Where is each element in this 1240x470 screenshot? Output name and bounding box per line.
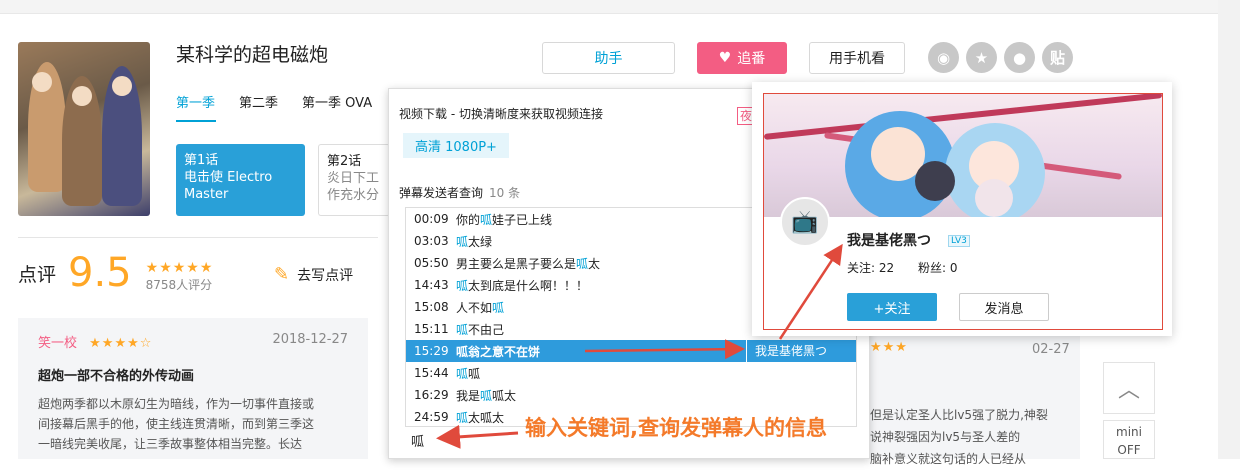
download-title: 视频下载 - 切换清晰度来获取视频连接 xyxy=(399,107,603,121)
danmaku-time: 15:11 xyxy=(414,322,449,336)
user-stats: 关注: 22 粉丝: 0 xyxy=(847,259,977,276)
heart-icon: ♥ xyxy=(718,50,732,66)
danmaku-sender[interactable]: 我是基佬黑つ xyxy=(746,340,856,362)
danmaku-text: 呱太绿 xyxy=(456,234,493,249)
danmaku-text: 我是呱呱太 xyxy=(456,388,517,403)
weibo-icon[interactable]: ◉ xyxy=(928,42,959,73)
review-stars: ★★★★★ xyxy=(145,260,214,276)
danmaku-text: 你的呱娃子已上线 xyxy=(456,212,553,227)
danmaku-time: 24:59 xyxy=(414,410,449,424)
danmaku-time: 05:50 xyxy=(414,256,449,270)
send-message-button[interactable]: 发消息 xyxy=(959,293,1049,321)
review-body: 超炮两季都以木原幻生为暗线，作为一切事件直接或 间接幕后黑手的他，使主线连贯清晰… xyxy=(38,394,348,454)
follow-anime-label: 追番 xyxy=(737,51,766,67)
pen-icon: ✎ xyxy=(274,264,290,285)
danmaku-time: 15:08 xyxy=(414,300,449,314)
review-header: 点评 9.5 ★★★★★ 8758人评分 xyxy=(18,253,213,293)
qq-icon[interactable]: ● xyxy=(1004,42,1035,73)
mini-label: mini xyxy=(1116,425,1142,439)
follow-user-button[interactable]: +关注 xyxy=(847,293,937,321)
tv-avatar-icon[interactable]: 📺 xyxy=(780,197,830,247)
danmaku-time: 14:43 xyxy=(414,278,449,292)
season-tab-2[interactable]: 第二季 xyxy=(239,92,278,111)
top-bar xyxy=(0,0,1218,14)
review-body-line: 但是认定圣人比lv5强了脱力,神裂 xyxy=(870,408,1048,422)
right-gutter xyxy=(1218,0,1240,459)
review-card-stars: ★★★ xyxy=(870,340,908,355)
chevron-up-icon: ︿ xyxy=(1117,378,1140,403)
danmaku-text: 人不如呱 xyxy=(456,300,505,315)
episode-2[interactable]: 第2话 炎日下工作充水分 xyxy=(318,144,390,216)
season-tabs: 第一季 第二季 第一季 OVA xyxy=(176,92,396,111)
danmaku-time: 03:03 xyxy=(414,234,449,248)
danmaku-text: 呱不由己 xyxy=(456,322,505,337)
write-review-button[interactable]: ✎ 去写点评 xyxy=(274,264,353,285)
season-tab-underline xyxy=(176,120,216,122)
query-title-text: 弹幕发送者查询 xyxy=(399,186,484,200)
review-card[interactable]: ★★★ 02-27 但是认定圣人比lv5强了脱力,神裂 说神裂强因为lv5与圣人… xyxy=(860,318,1080,466)
danmaku-time: 16:29 xyxy=(414,388,449,402)
review-body-line: 说神裂强因为lv5与圣人差的 xyxy=(870,430,1021,444)
review-body-line: 一暗线完美收尾，让三季故事整体相当完整。长达 xyxy=(38,437,303,451)
review-user[interactable]: 笑一校 xyxy=(38,336,77,351)
write-review-label: 去写点评 xyxy=(297,267,354,284)
section-divider xyxy=(18,237,378,238)
danmaku-text: 男主要么是黑子要么是呱太 xyxy=(456,256,601,271)
scroll-top-button[interactable]: ︿ xyxy=(1103,362,1155,414)
episode-title: 电击使 Electro Master xyxy=(184,170,273,202)
danmaku-time: 15:44 xyxy=(414,366,449,380)
danmaku-time: 00:09 xyxy=(414,212,449,226)
query-count: 10 条 xyxy=(489,186,521,200)
review-date: 2018-12-27 xyxy=(272,332,348,347)
level-badge: LV3 xyxy=(948,235,970,247)
fans-count: 粉丝: 0 xyxy=(917,261,958,275)
episode-number: 第1话 xyxy=(184,153,219,168)
anime-cover-image[interactable] xyxy=(18,42,150,216)
review-body-line: 脑补意义就这句话的人已经从 xyxy=(870,452,1027,466)
danmaku-row[interactable]: 15:44 呱呱 xyxy=(406,362,856,384)
review-body-line: 超炮两季都以木原幻生为暗线，作为一切事件直接或 xyxy=(38,397,315,411)
following-count: 关注: 22 xyxy=(847,261,895,275)
mini-player-toggle[interactable]: mini OFF xyxy=(1103,420,1155,459)
quality-option[interactable]: 高清 1080P+ xyxy=(403,133,509,158)
danmaku-row-selected[interactable]: 15:29 呱翁之意不在饼 我是基佬黑つ xyxy=(406,340,856,362)
season-tab-1[interactable]: 第一季 xyxy=(176,92,215,111)
annotation-text: 输入关键词,查询发弹幕人的信息 xyxy=(525,416,827,440)
episode-number: 第2话 xyxy=(327,154,362,169)
review-body: 但是认定圣人比lv5强了脱力,神裂 说神裂强因为lv5与圣人差的 脑补意义就这句… xyxy=(870,404,1080,470)
review-title: 超炮一部不合格的外传动画 xyxy=(38,369,195,384)
review-score: 9.5 xyxy=(68,250,132,296)
review-date: 02-27 xyxy=(1032,342,1070,357)
season-tab-ova[interactable]: 第一季 OVA xyxy=(302,92,372,111)
review-label: 点评 xyxy=(18,264,57,286)
episode-title: 炎日下工作充水分 xyxy=(327,171,380,203)
user-name[interactable]: 我是基佬黑つ xyxy=(847,230,931,250)
review-count: 8758人评分 xyxy=(145,278,213,292)
watch-on-mobile-button[interactable]: 用手机看 xyxy=(809,42,905,74)
danmaku-text: 呱太到底是什么啊！！！ xyxy=(456,278,589,293)
review-card-stars: ★★★★☆ xyxy=(89,336,153,351)
danmaku-text: 呱翁之意不在饼 xyxy=(456,344,541,359)
share-icons: ◉ ★ ● 贴 xyxy=(928,42,1073,73)
danmaku-query-title: 弹幕发送者查询 10 条 xyxy=(399,184,520,201)
danmaku-text: 呱呱 xyxy=(456,366,481,381)
helper-button[interactable]: 助手 xyxy=(542,42,675,74)
qzone-icon[interactable]: ★ xyxy=(966,42,997,73)
danmaku-time: 15:29 xyxy=(414,344,449,358)
episode-1[interactable]: 第1话 电击使 Electro Master xyxy=(176,144,305,216)
tieba-icon[interactable]: 贴 xyxy=(1042,42,1073,73)
review-card[interactable]: 笑一校 ★★★★☆ 2018-12-27 超炮一部不合格的外传动画 超炮两季都以… xyxy=(18,318,368,459)
danmaku-row[interactable]: 16:29 我是呱呱太 xyxy=(406,384,856,406)
anime-title: 某科学的超电磁炮 xyxy=(176,44,329,66)
mini-state: OFF xyxy=(1117,443,1141,457)
danmaku-text: 呱太呱太 xyxy=(456,410,505,425)
follow-anime-button[interactable]: ♥ 追番 xyxy=(697,42,787,74)
review-body-line: 间接幕后黑手的他，使主线连贯清晰，而到第三季这 xyxy=(38,417,315,431)
